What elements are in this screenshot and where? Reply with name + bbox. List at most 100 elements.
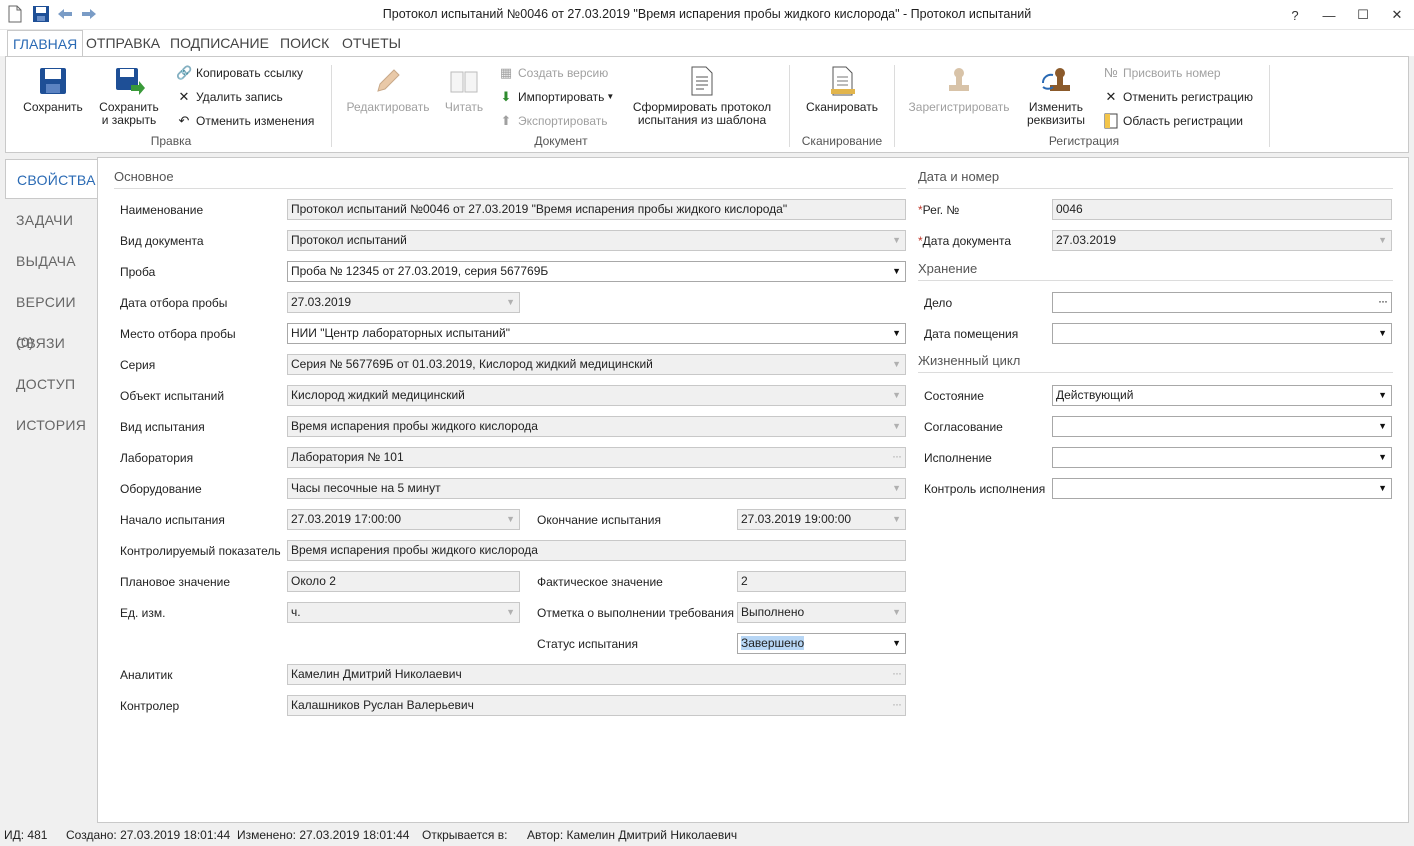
chevron-down-icon: ▼ — [1378, 390, 1387, 400]
analyst-field[interactable]: Камелин Дмитрий Николаевич ··· — [287, 664, 906, 685]
status-modified: Изменено: 27.03.2019 18:01:44 — [237, 828, 410, 842]
start-field[interactable]: 27.03.2019 17:00:00 ▼ — [287, 509, 520, 530]
nav-versions[interactable]: ВЕРСИИ (0) — [5, 282, 98, 350]
save-icon — [40, 68, 66, 94]
save-button[interactable]: Сохранить — [18, 65, 88, 114]
lab-field[interactable]: Лаборатория № 101 ··· — [287, 447, 906, 468]
chevron-down-icon: ▼ — [506, 607, 515, 617]
change-details-button[interactable]: Изменить реквизиты — [1022, 65, 1090, 127]
window-title: Протокол испытаний №0046 от 27.03.2019 "… — [382, 7, 1032, 21]
close-button[interactable]: ✕ — [1380, 0, 1414, 30]
form-protocol-button[interactable]: Сформировать протокол испытания из шабло… — [630, 65, 774, 127]
series-select[interactable]: Серия № 567769Б от 01.03.2019, Кислород … — [287, 354, 906, 375]
reg-label: *Рег. № — [918, 203, 960, 217]
testtype-label: Вид испытания — [120, 420, 205, 434]
scan-button[interactable]: Сканировать — [802, 65, 882, 114]
section-date-number: Дата и номер — [918, 169, 1000, 184]
approval-label: Согласование — [924, 420, 1003, 434]
ellipsis-icon: ··· — [892, 666, 902, 680]
chevron-down-icon: ▼ — [506, 297, 515, 307]
tab-home[interactable]: ГЛАВНАЯ — [7, 30, 84, 57]
nav-properties[interactable]: СВОЙСТВА — [5, 159, 99, 199]
lab-label: Лаборатория — [120, 451, 194, 465]
docdate-field[interactable]: 27.03.2019 ▼ — [1052, 230, 1392, 251]
tab-sign[interactable]: ПОДПИСАНИЕ — [165, 30, 274, 56]
status-author: Автор: Камелин Дмитрий Николаевич — [527, 828, 738, 842]
nav-tasks[interactable]: ЗАДАЧИ — [5, 200, 98, 240]
planned-label: Плановое значение — [120, 575, 230, 589]
side-nav: СВОЙСТВА ЗАДАЧИ ВЫДАЧА ВЕРСИИ (0) СВЯЗИ … — [5, 157, 99, 823]
export-button[interactable]: ⬆ Экспортировать — [498, 111, 608, 131]
unit-label: Ед. изм. — [120, 606, 166, 620]
sample-select[interactable]: Проба № 12345 от 27.03.2019, серия 56776… — [287, 261, 906, 282]
save-close-label-2: и закрыть — [101, 113, 157, 127]
execution-select[interactable]: ▼ — [1052, 447, 1392, 468]
tab-reports[interactable]: ОТЧЕТЫ — [337, 30, 406, 56]
testtype-select[interactable]: Время испарения пробы жидкого кислорода ▼ — [287, 416, 906, 437]
assign-number-button[interactable]: № Присвоить номер — [1103, 63, 1221, 83]
sample-place-select[interactable]: НИИ "Центр лабораторных испытаний" ▼ — [287, 323, 906, 344]
doctype-label: Вид документа — [120, 234, 204, 248]
scan-icon — [831, 66, 855, 96]
minimize-button[interactable]: — — [1312, 0, 1346, 30]
chevron-down-icon: ▼ — [506, 514, 515, 524]
equip-select[interactable]: Часы песочные на 5 минут ▼ — [287, 478, 906, 499]
nav-access[interactable]: ДОСТУП — [5, 364, 98, 404]
reg-number-field[interactable]: 0046 — [1052, 199, 1392, 220]
indicator-field[interactable]: Время испарения пробы жидкого кислорода — [287, 540, 906, 561]
stamp-icon — [949, 68, 969, 91]
name-label: Наименование — [120, 203, 204, 217]
object-select[interactable]: Кислород жидкий медицинский ▼ — [287, 385, 906, 406]
tab-search[interactable]: ПОИСК — [275, 30, 334, 56]
mark-select[interactable]: Выполнено ▼ — [737, 602, 906, 623]
approval-select[interactable]: ▼ — [1052, 416, 1392, 437]
mark-label: Отметка о выполнении требования — [537, 606, 734, 620]
planned-field[interactable]: Около 2 — [287, 571, 520, 592]
registration-area-button[interactable]: Область регистрации — [1103, 111, 1243, 131]
chevron-down-icon: ▼ — [892, 421, 901, 431]
chevron-down-icon: ▼ — [892, 390, 901, 400]
ribbon: Сохранить Сохранить и закрыть 🔗 Копироват… — [5, 56, 1409, 153]
placedate-field[interactable]: ▼ — [1052, 323, 1392, 344]
control-select[interactable]: ▼ — [1052, 478, 1392, 499]
edit-button[interactable]: Редактировать — [344, 65, 432, 114]
cancel-registration-button[interactable]: ✕ Отменить регистрацию — [1103, 87, 1253, 107]
status-select[interactable]: Завершено ▼ — [737, 633, 906, 654]
copy-link-button[interactable]: 🔗 Копировать ссылку — [176, 63, 303, 83]
import-icon: ⬇ — [500, 89, 512, 104]
group-edit-label: Правка — [150, 134, 192, 148]
unit-select[interactable]: ч. ▼ — [287, 602, 520, 623]
case-field[interactable]: ··· — [1052, 292, 1392, 313]
actual-field[interactable]: 2 — [737, 571, 906, 592]
controller-field[interactable]: Калашников Руслан Валерьевич ··· — [287, 695, 906, 716]
undo-changes-button[interactable]: ↶ Отменить изменения — [176, 111, 315, 131]
object-label: Объект испытаний — [120, 389, 225, 403]
nav-history[interactable]: ИСТОРИЯ — [5, 405, 98, 445]
execution-label: Исполнение — [924, 451, 992, 465]
sample-date-field[interactable]: 27.03.2019 ▼ — [287, 292, 520, 313]
maximize-button[interactable]: ☐ — [1346, 0, 1380, 30]
status-created: Создано: 27.03.2019 18:01:44 — [66, 828, 231, 842]
section-divider — [114, 188, 906, 189]
ribbon-tabs: ГЛАВНАЯ ОТПРАВКА ПОДПИСАНИЕ ПОИСК ОТЧЕТЫ — [0, 30, 1414, 57]
save-close-button[interactable]: Сохранить и закрыть — [94, 65, 164, 127]
start-label: Начало испытания — [120, 513, 225, 527]
save-close-icon — [116, 68, 145, 95]
group-scan-label: Сканирование — [801, 134, 883, 148]
tab-send[interactable]: ОТПРАВКА — [81, 30, 165, 56]
register-button[interactable]: Зарегистрировать — [906, 65, 1012, 114]
state-select[interactable]: Действующий ▼ — [1052, 385, 1392, 406]
chevron-down-icon: ▼ — [892, 638, 901, 648]
create-version-button[interactable]: ▦ Создать версию — [498, 63, 608, 83]
read-button[interactable]: Читать — [438, 65, 490, 114]
import-button[interactable]: ⬇ Импортировать ▼ — [498, 87, 615, 107]
chevron-down-icon: ▼ — [1378, 328, 1387, 338]
name-field[interactable]: Протокол испытаний №0046 от 27.03.2019 "… — [287, 199, 906, 220]
help-button[interactable]: ? — [1278, 0, 1312, 30]
nav-links[interactable]: СВЯЗИ — [5, 323, 98, 363]
delete-record-button[interactable]: ✕ Удалить запись — [176, 87, 283, 107]
section-divider — [918, 188, 1393, 189]
end-field[interactable]: 27.03.2019 19:00:00 ▼ — [737, 509, 906, 530]
doctype-select[interactable]: Протокол испытаний ▼ — [287, 230, 906, 251]
nav-issue[interactable]: ВЫДАЧА — [5, 241, 98, 281]
